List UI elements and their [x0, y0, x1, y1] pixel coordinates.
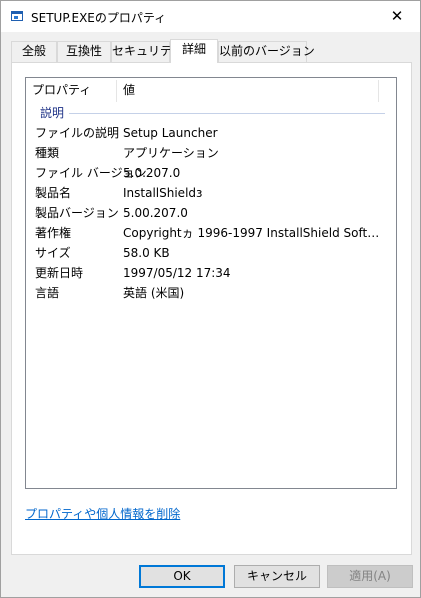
property-value: 5.0.207.0	[123, 166, 181, 180]
tab-security[interactable]: セキュリティ	[111, 41, 183, 62]
table-row[interactable]: 製品バージョン 5.00.207.0	[26, 203, 396, 223]
property-name: ファイルの説明	[35, 126, 120, 140]
property-value: 1997/05/12 17:34	[123, 266, 231, 280]
tab-strip: 全般 互換性 セキュリティ 詳細 以前のバージョン	[11, 39, 411, 63]
ok-button[interactable]: OK	[139, 565, 225, 588]
property-name: 著作権	[35, 226, 72, 240]
table-row[interactable]: サイズ 58.0 KB	[26, 243, 396, 263]
property-rows: ファイルの説明 Setup Launcher 種類 アプリケーション ファイル …	[26, 123, 396, 303]
property-value: 英語 (米国)	[123, 286, 185, 300]
property-value: アプリケーション	[123, 146, 219, 160]
window-title: SETUP.EXEのプロパティ	[31, 11, 167, 25]
property-value: 58.0 KB	[123, 246, 170, 260]
list-header: プロパティ 値	[26, 78, 396, 102]
properties-dialog: SETUP.EXEのプロパティ ✕ 全般 互換性 セキュリティ 詳細 以前のバー…	[0, 0, 421, 598]
table-row[interactable]: 種類 アプリケーション	[26, 143, 396, 163]
window-app-icon	[11, 11, 23, 21]
apply-button[interactable]: 適用(A)	[327, 565, 413, 588]
property-name: 種類	[35, 146, 60, 160]
property-name: 製品名	[35, 186, 72, 200]
column-header-property[interactable]: プロパティ	[26, 78, 117, 102]
close-icon[interactable]: ✕	[374, 1, 420, 32]
property-value: Setup Launcher	[123, 126, 218, 140]
table-row[interactable]: 言語 英語 (米国)	[26, 283, 396, 303]
property-name: 言語	[35, 286, 60, 300]
remove-properties-link[interactable]: プロパティや個人情報を削除	[25, 505, 180, 522]
property-value: 5.00.207.0	[123, 206, 188, 220]
property-name: サイズ	[35, 246, 71, 260]
tab-details[interactable]: 詳細	[170, 39, 218, 63]
property-value: InstallShieldз	[123, 186, 203, 200]
property-name: 製品バージョン	[35, 206, 119, 220]
details-panel: プロパティ 値 説明 ファイルの説明 Setup Launcher 種類 アプリ…	[11, 62, 412, 555]
table-row[interactable]: ファイルの説明 Setup Launcher	[26, 123, 396, 143]
title-bar: SETUP.EXEのプロパティ ✕	[1, 1, 420, 32]
cancel-button[interactable]: キャンセル	[234, 565, 320, 588]
tab-general[interactable]: 全般	[11, 41, 57, 62]
group-divider	[69, 113, 385, 114]
properties-list[interactable]: プロパティ 値 説明 ファイルの説明 Setup Launcher 種類 アプリ…	[25, 77, 397, 489]
property-value: Copyrightヵ 1996-1997 InstallShield Softw…	[123, 226, 387, 240]
group-label: 説明	[40, 106, 65, 120]
column-divider[interactable]	[378, 80, 379, 102]
tab-previous-versions[interactable]: 以前のバージョン	[218, 41, 315, 62]
column-header-value[interactable]: 値	[117, 78, 377, 102]
table-row[interactable]: 製品名 InstallShieldз	[26, 183, 396, 203]
group-description: 説明	[26, 104, 396, 122]
tab-compatibility[interactable]: 互換性	[57, 41, 111, 62]
table-row[interactable]: ファイル バージョン 5.0.207.0	[26, 163, 396, 183]
table-row[interactable]: 更新日時 1997/05/12 17:34	[26, 263, 396, 283]
property-name: 更新日時	[35, 266, 84, 280]
table-row[interactable]: 著作権 Copyrightヵ 1996-1997 InstallShield S…	[26, 223, 396, 243]
